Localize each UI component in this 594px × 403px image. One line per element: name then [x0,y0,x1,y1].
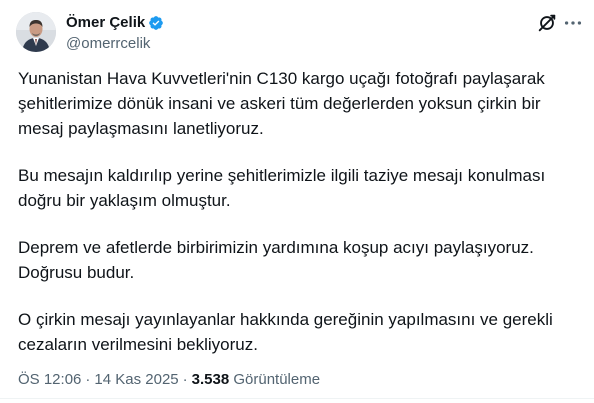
tweet-paragraph: O çirkin mesajı yayınlayanlar hakkında g… [18,310,553,354]
tweet-time: ÖS 12:06 [18,371,82,388]
tweet-text: Yunanistan Hava Kuvvetleri'nin C130 karg… [18,66,584,379]
more-options-icon[interactable] [562,12,584,34]
author-display-name[interactable]: Ömer Çelik [66,13,145,32]
tweet-date: 14 Kas 2025 [94,371,179,388]
views-label: Görüntüleme [233,371,321,388]
separator-dot: · [85,371,91,388]
grok-icon[interactable] [536,12,558,34]
verified-badge-icon [148,15,164,31]
avatar[interactable] [16,12,56,52]
separator-dot: · [182,371,188,388]
divider [0,398,594,399]
tweet-paragraph: Bu mesajın kaldırılıp yerine şehitlerimi… [18,166,546,210]
views-count: 3.538 [191,371,230,388]
tweet-paragraph: Deprem ve afetlerde birbirimizin yardımı… [18,238,534,282]
author-handle[interactable]: @omerrcelik [66,34,150,53]
author-name-row: Ömer Çelik [66,13,164,32]
avatar-image [16,12,56,52]
tweet-paragraph: Yunanistan Hava Kuvvetleri'nin C130 karg… [18,69,545,138]
tweet-timestamp-link[interactable]: ÖS 12:06 · 14 Kas 2025 [18,371,179,388]
tweet-card: Ömer Çelik @omerrcelik Yunanistan Hava K… [0,0,594,403]
tweet-metadata: ÖS 12:06 · 14 Kas 2025 · 3.538 Görüntüleme [18,370,320,390]
